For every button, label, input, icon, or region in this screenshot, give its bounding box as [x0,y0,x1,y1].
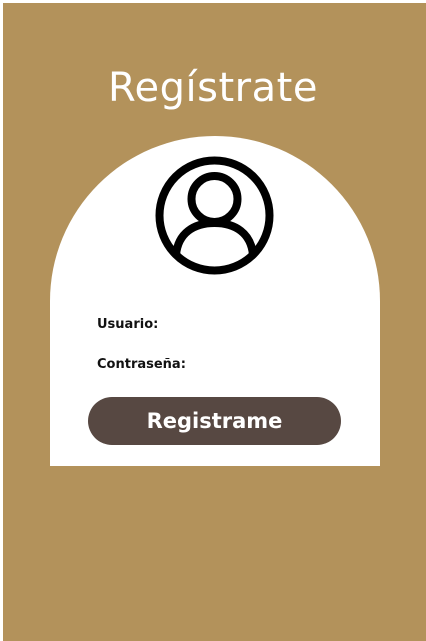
username-label: Usuario: [97,317,159,332]
page-title: Regístrate [108,65,318,111]
password-label: Contraseña: [97,357,186,372]
user-avatar-icon [154,155,275,276]
register-button[interactable]: Registrame [88,397,341,445]
